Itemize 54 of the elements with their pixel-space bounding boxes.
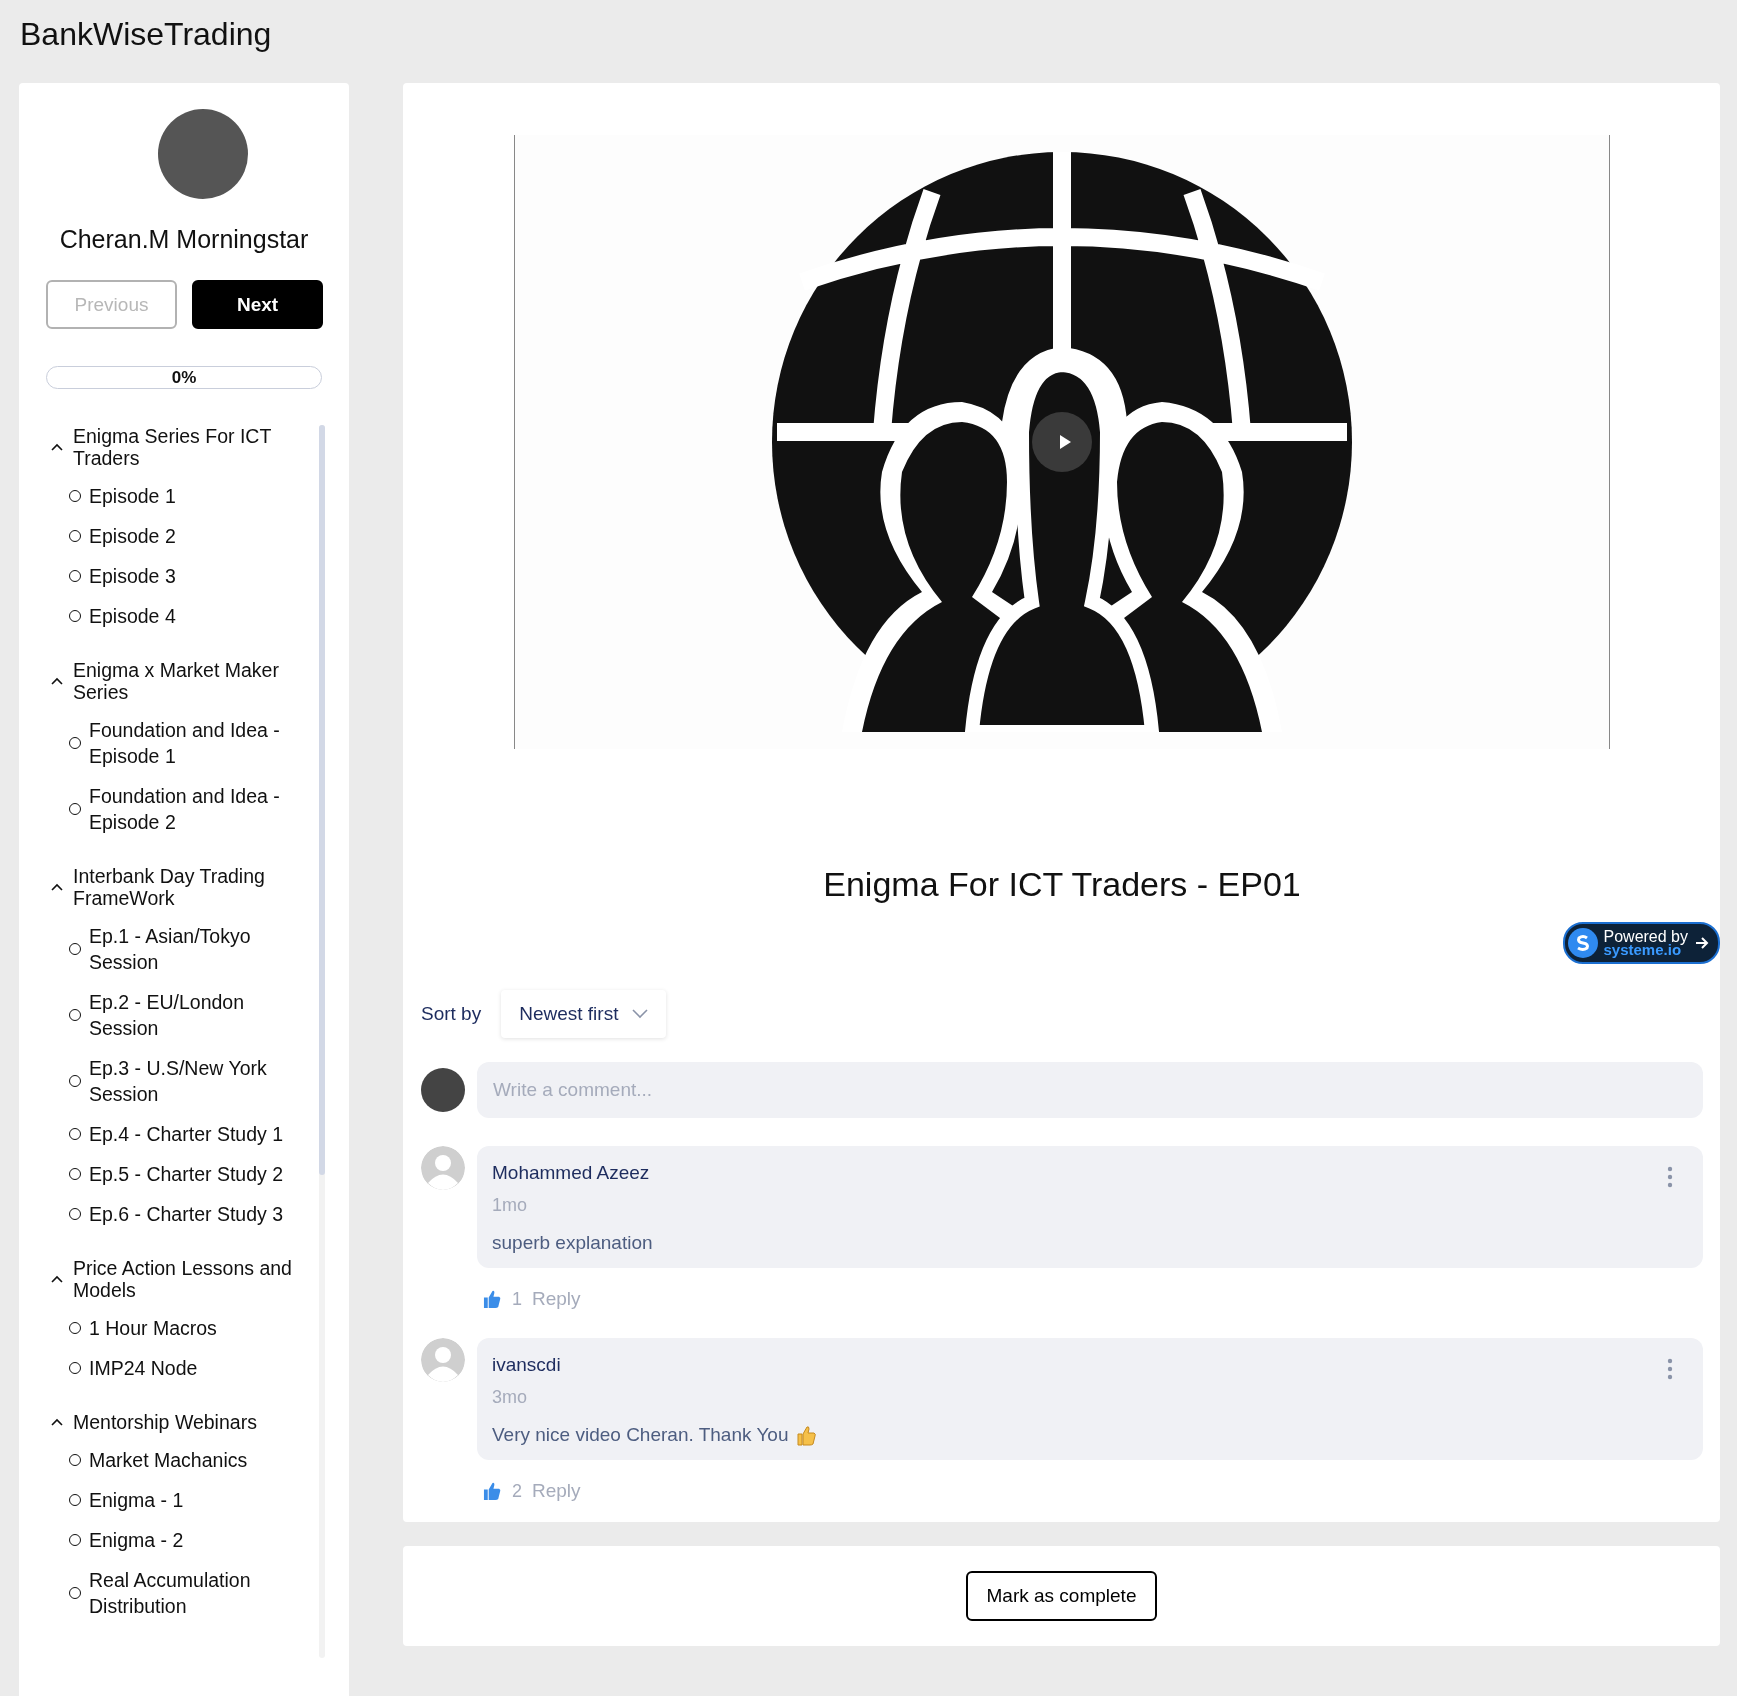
comment-text: superb explanation <box>492 1232 653 1254</box>
sort-label: Sort by <box>421 1003 482 1025</box>
s-logo-icon <box>1567 928 1598 958</box>
thumbs-up-emoji-icon <box>796 1424 817 1446</box>
badge-brand-text: systeme.io <box>1603 943 1682 956</box>
lesson-item[interactable]: Foundation and Idea - Episode 1 <box>46 717 307 769</box>
comment-text: Very nice video Cheran. Thank You <box>492 1424 789 1446</box>
profile-name: Cheran.M Morningstar <box>58 225 310 254</box>
badge-text: Powered by <box>1603 930 1688 943</box>
powered-by-badge[interactable]: Powered by systeme.io <box>1562 922 1720 964</box>
mark-complete-button[interactable]: Mark as complete <box>965 1571 1158 1621</box>
more-options-icon[interactable] <box>1667 1358 1673 1380</box>
like-icon[interactable] <box>483 1481 502 1501</box>
lesson-item[interactable]: Ep.1 - Asian/Tokyo Session <box>46 923 307 975</box>
sort-dropdown[interactable]: Newest first <box>501 990 667 1038</box>
user-avatar <box>421 1068 465 1112</box>
section-header[interactable]: Price Action Lessons and Models <box>46 1257 307 1301</box>
chevron-down-icon <box>632 1009 649 1019</box>
progress-reading: 0% <box>170 368 198 388</box>
lesson-item[interactable]: Foundation and Idea - Episode 2 <box>46 783 307 835</box>
lesson-title: Enigma For ICT Traders - EP01 <box>822 865 1302 904</box>
section-header[interactable]: Mentorship Webinars <box>46 1411 307 1433</box>
lesson-item[interactable]: Ep.2 - EU/London Session <box>46 989 307 1041</box>
lesson-item[interactable]: Episode 1 <box>46 483 307 509</box>
like-icon[interactable] <box>483 1289 502 1309</box>
lesson-item[interactable]: 1 Hour Macros <box>46 1315 307 1341</box>
lesson-item[interactable]: Ep.4 - Charter Study 1 <box>46 1121 307 1147</box>
comment-time: 3mo <box>492 1387 528 1408</box>
like-count: 2 <box>512 1480 522 1502</box>
lesson-item[interactable]: Ep.6 - Charter Study 3 <box>46 1201 307 1227</box>
like-count: 1 <box>512 1288 522 1310</box>
section-header[interactable]: Enigma x Market Maker Series <box>46 659 307 703</box>
comment-time: 1mo <box>492 1195 528 1216</box>
lesson-item[interactable]: Enigma - 1 <box>46 1487 307 1513</box>
comment-author: ivanscdi <box>492 1354 561 1376</box>
lesson-item[interactable]: Real Accumulation Distribution <box>46 1567 307 1619</box>
default-avatar-icon <box>421 1338 465 1382</box>
next-button[interactable]: Next <box>192 280 323 329</box>
comment-input[interactable]: Write a comment... <box>477 1062 1703 1118</box>
lesson-item[interactable]: Episode 2 <box>46 523 307 549</box>
default-avatar-icon <box>421 1146 465 1190</box>
lesson-item[interactable]: Episode 3 <box>46 563 307 589</box>
site-title: BankWiseTrading <box>19 15 273 54</box>
section-header[interactable]: Enigma Series For ICT Traders <box>46 425 307 469</box>
lesson-item[interactable]: IMP24 Node <box>46 1355 307 1381</box>
lesson-item[interactable]: Market Machanics <box>46 1447 307 1473</box>
arrow-right-icon <box>1694 935 1710 951</box>
lesson-item[interactable]: Ep.3 - U.S/New York Session <box>46 1055 307 1107</box>
comment-author: Mohammed Azeez <box>492 1162 650 1184</box>
section-header[interactable]: Interbank Day Trading FrameWork <box>46 865 307 909</box>
lesson-item[interactable]: Ep.5 - Charter Study 2 <box>46 1161 307 1187</box>
lesson-item[interactable]: Episode 4 <box>46 603 307 629</box>
lesson-item[interactable]: Enigma - 2 <box>46 1527 307 1553</box>
more-options-icon[interactable] <box>1667 1166 1673 1188</box>
